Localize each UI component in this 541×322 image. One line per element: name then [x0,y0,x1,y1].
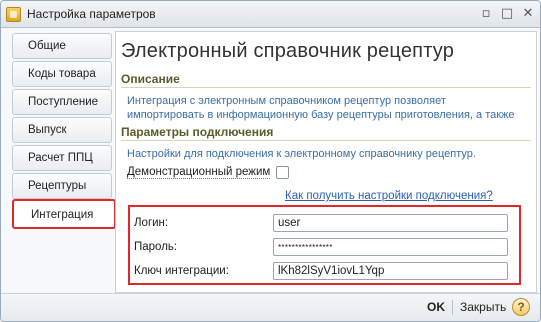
integration-key-field[interactable]: lKh82lSyV1iovL1Yqp [273,262,508,280]
tab-ppc-calc[interactable]: Расчет ППЦ [12,145,112,171]
title-bar: Настройка параметров ▫ □ ✕ [1,1,540,28]
login-field[interactable]: user [273,214,508,232]
toolbar-divider [452,300,453,315]
ok-button[interactable]: OK [427,300,445,314]
demo-mode-label[interactable]: Демонстрационный режим [127,166,271,179]
description-line-1: Интеграция с электронным справочником ре… [127,95,446,107]
window-title: Настройка параметров [27,7,156,21]
help-icon[interactable]: ? [512,298,530,316]
maximize-icon[interactable]: □ [498,5,516,23]
tab-recipes[interactable]: Рецептуры [12,173,112,199]
connection-help-link[interactable]: Как получить настройки подключения? [285,190,493,202]
password-field[interactable]: **************** [273,238,508,256]
description-section-title: Описание [121,72,531,88]
tab-output[interactable]: Выпуск [12,117,112,143]
page-title: Электронный справочник рецептур [121,40,455,62]
password-label: Пароль: [134,241,178,253]
minimize-icon[interactable]: ▫ [477,5,495,23]
connection-section-title: Параметры подключения [121,125,531,141]
tab-receipt[interactable]: Поступление [12,89,112,115]
integration-key-label: Ключ интеграции: [134,265,229,277]
app-icon [6,7,21,22]
description-line-2: импортировать в информационную базу реце… [127,109,515,121]
tab-product-codes[interactable]: Коды товара [12,61,112,87]
demo-mode-checkbox[interactable] [276,166,289,179]
close-button[interactable]: Закрыть [460,300,506,314]
login-label: Логин: [134,217,169,229]
integration-panel: Электронный справочник рецептур Описание… [115,31,537,293]
settings-window: Настройка параметров ▫ □ ✕ Общие Коды то… [0,0,541,322]
credentials-box: Логин: user Пароль: **************** Клю… [128,205,521,285]
close-icon[interactable]: ✕ [519,5,537,23]
sidebar: Общие Коды товара Поступление Выпуск Рас… [9,33,116,291]
bottom-toolbar: OK Закрыть ? [1,293,540,321]
tab-general[interactable]: Общие [12,33,112,59]
tab-integration[interactable]: Интеграция [12,199,116,229]
connection-description: Настройки для подключения к электронному… [127,148,476,160]
